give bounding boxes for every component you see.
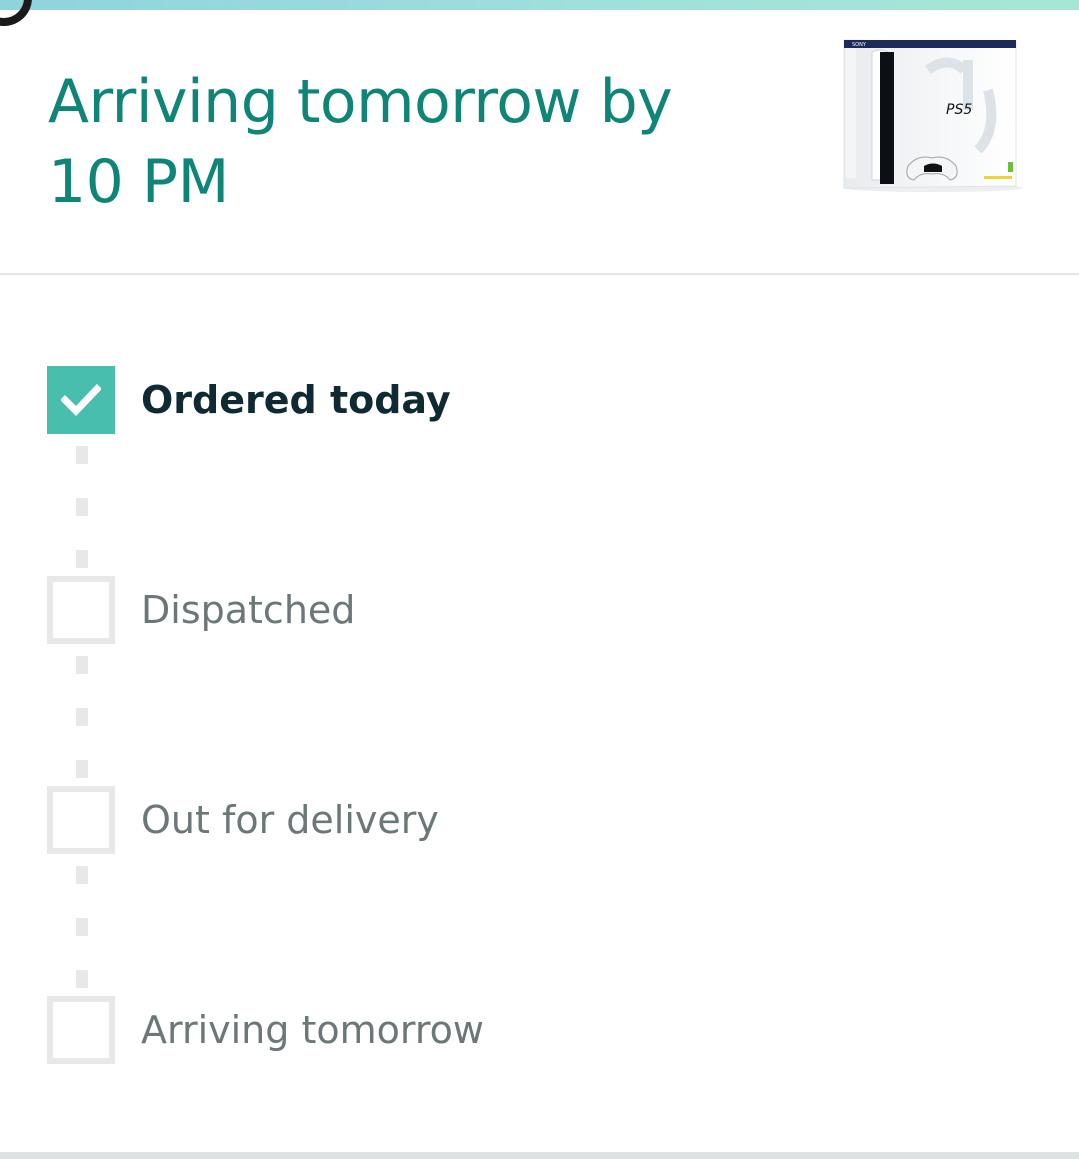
step-checkbox-checked (47, 366, 115, 434)
top-accent-band (0, 0, 1079, 10)
step-checkbox-empty (47, 996, 115, 1064)
product-thumbnail[interactable]: SONY PS5 (838, 30, 1024, 192)
tracker-step-out-for-delivery: Out for delivery (47, 786, 947, 854)
checkmark-icon (61, 384, 101, 416)
tracker-step-ordered: Ordered today (47, 366, 947, 434)
box-ps5-logo: PS5 (946, 102, 972, 118)
step-label-arriving: Arriving tomorrow (141, 1008, 484, 1052)
step-checkbox-empty (47, 576, 115, 644)
box-brand-text: SONY (852, 42, 867, 48)
top-arc-decoration (0, 0, 32, 26)
step-label-dispatched: Dispatched (141, 588, 356, 632)
step-label-ordered: Ordered today (141, 378, 451, 422)
tracker-step-arriving: Arriving tomorrow (47, 996, 947, 1064)
ps5-box-icon: SONY PS5 (843, 39, 1023, 192)
step-checkbox-empty (47, 786, 115, 854)
arrival-headline: Arriving tomorrow by 10 PM (48, 67, 673, 217)
section-divider (0, 273, 1079, 275)
tracker-step-dispatched: Dispatched (47, 576, 947, 644)
section-divider-bottom (0, 1152, 1079, 1159)
step-label-out-for-delivery: Out for delivery (141, 798, 439, 842)
